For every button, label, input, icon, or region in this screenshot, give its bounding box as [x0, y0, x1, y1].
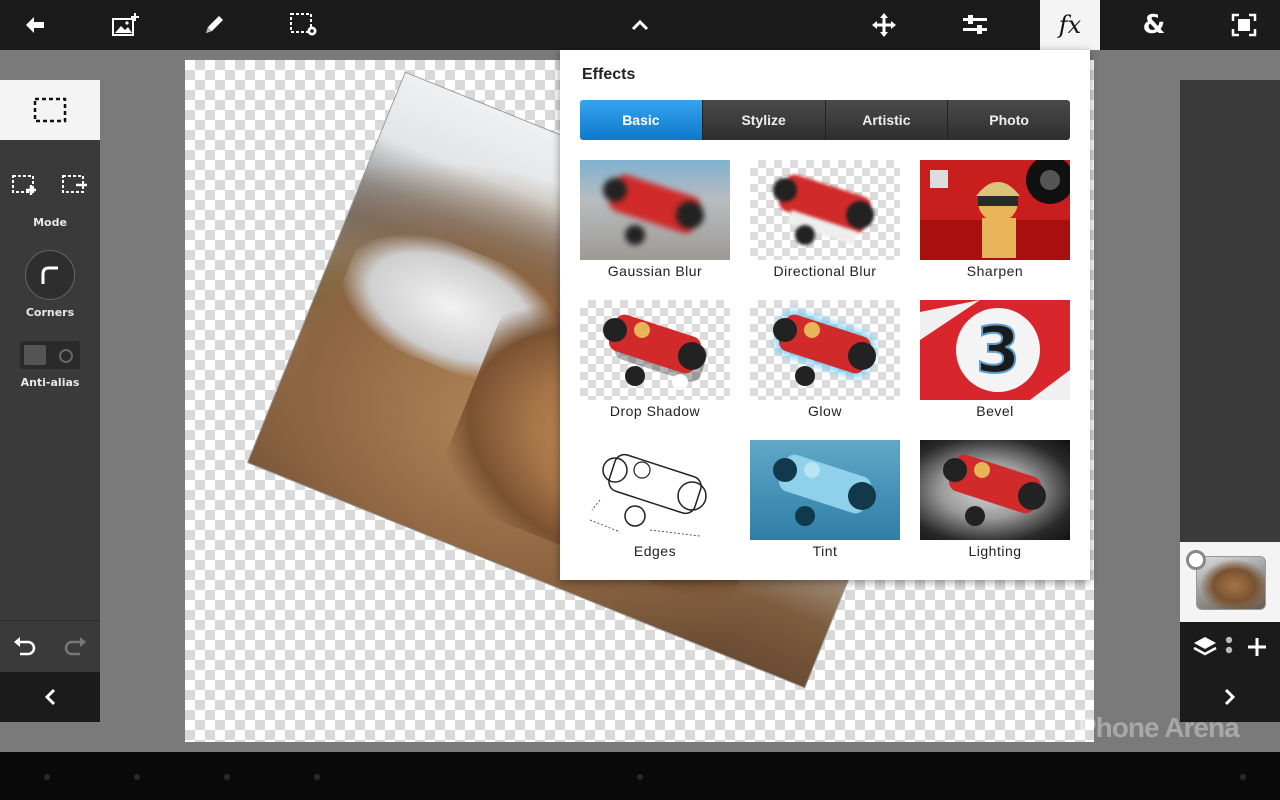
tab-artistic[interactable]: Artistic: [825, 100, 949, 140]
subtract-selection-button[interactable]: [58, 170, 92, 200]
effect-lighting[interactable]: Lighting: [920, 440, 1070, 562]
effect-edges[interactable]: Edges: [580, 440, 730, 562]
plus-icon: [1248, 638, 1266, 656]
directional-blur-thumbnail: [750, 160, 900, 260]
adjustments-button[interactable]: [945, 0, 1005, 50]
effect-label: Sharpen: [966, 263, 1024, 279]
effect-drop-shadow[interactable]: Drop Shadow: [580, 300, 730, 422]
rect-select-icon: [33, 97, 67, 123]
layer-visibility-icon[interactable]: [1186, 550, 1206, 570]
effect-label: Drop Shadow: [609, 403, 701, 419]
tint-thumbnail: [750, 440, 900, 540]
draw-button[interactable]: [184, 0, 244, 50]
lighting-thumbnail: [920, 440, 1070, 540]
effect-glow[interactable]: Glow: [750, 300, 900, 422]
effect-label: Bevel: [976, 403, 1014, 419]
add-selection-button[interactable]: [8, 170, 42, 200]
undo-icon: [14, 637, 36, 656]
redo-button[interactable]: [60, 633, 90, 661]
system-bar: [0, 752, 1280, 800]
fit-screen-icon: [1231, 13, 1257, 37]
text-button[interactable]: &: [1124, 0, 1184, 50]
fx-icon: fx: [1058, 11, 1082, 39]
system-dot-icon: [1240, 774, 1246, 780]
add-image-button[interactable]: [97, 0, 157, 50]
move-icon: [872, 13, 896, 37]
system-dot-icon: [134, 774, 140, 780]
effects-button[interactable]: fx: [1040, 0, 1100, 50]
layer-tools: [1180, 622, 1280, 672]
collapse-toolbar-button[interactable]: [610, 0, 670, 50]
corners-label: Corners: [25, 306, 75, 319]
antialias-toggle[interactable]: [20, 341, 80, 369]
selection-subtract-icon: [62, 175, 87, 193]
pencil-icon: [206, 16, 223, 33]
effects-title: Effects: [582, 66, 636, 83]
layers-button[interactable]: [1188, 632, 1222, 662]
add-image-icon: [112, 13, 139, 36]
effect-label: Gaussian Blur: [607, 263, 703, 279]
glow-thumbnail: [750, 300, 900, 400]
effects-tabs: Basic Stylize Artistic Photo: [580, 100, 1070, 140]
collapse-left-panel-button[interactable]: [0, 672, 100, 722]
toggle-ring-icon: [59, 349, 73, 363]
rect-select-tool[interactable]: [0, 80, 100, 140]
toggle-knob: [24, 345, 46, 365]
drop-shadow-thumbnail: [580, 300, 730, 400]
effect-directional-blur[interactable]: Directional Blur: [750, 160, 900, 282]
effect-label: Tint: [812, 543, 838, 559]
layers-panel: [1180, 80, 1280, 722]
system-dot-icon: [314, 774, 320, 780]
chevron-right-icon: [1224, 688, 1236, 706]
tab-photo[interactable]: Photo: [948, 100, 1070, 140]
redo-icon: [64, 637, 86, 656]
layer-thumbnail[interactable]: [1196, 556, 1266, 610]
tab-basic[interactable]: Basic: [580, 100, 703, 140]
watermark-text: Phone Arena: [1078, 712, 1240, 743]
adjustments-icon: [963, 15, 987, 34]
effect-label: Glow: [808, 403, 842, 419]
edges-thumbnail: [580, 440, 730, 540]
fit-screen-button[interactable]: [1214, 0, 1274, 50]
system-dot-icon: [637, 774, 643, 780]
effect-label: Lighting: [968, 543, 1022, 559]
bevel-thumbnail: 3: [920, 300, 1070, 400]
chevron-up-icon: [631, 19, 649, 31]
more-dots-icon: [1225, 636, 1233, 654]
effect-sharpen[interactable]: Sharpen: [920, 160, 1070, 282]
effect-label: Edges: [633, 543, 677, 559]
effect-bevel[interactable]: 3 Bevel: [920, 300, 1070, 422]
back-arrow-icon: [26, 17, 44, 33]
selection-add-icon: [12, 175, 36, 195]
svg-text:3: 3: [976, 314, 1021, 388]
move-button[interactable]: [854, 0, 914, 50]
effect-tint[interactable]: Tint: [750, 440, 900, 562]
top-toolbar: fx &: [0, 0, 1280, 50]
system-dot-icon: [44, 774, 50, 780]
chevron-left-icon: [44, 688, 56, 706]
system-dot-icon: [224, 774, 230, 780]
sharpen-thumbnail: [920, 160, 1070, 260]
layers-icon: [1193, 637, 1217, 656]
undo-button[interactable]: [10, 633, 40, 661]
layer-item[interactable]: [1180, 542, 1280, 622]
add-layer-button[interactable]: [1240, 632, 1274, 662]
back-button[interactable]: [5, 0, 65, 50]
history-controls: [0, 620, 100, 673]
layer-options-button[interactable]: [1222, 634, 1236, 660]
gaussian-blur-thumbnail: [580, 160, 730, 260]
antialias-label: Anti-alias: [20, 376, 80, 389]
effect-gaussian-blur[interactable]: Gaussian Blur: [580, 160, 730, 282]
corners-button[interactable]: [25, 250, 75, 300]
ampersand-icon: &: [1142, 10, 1166, 40]
tab-stylize[interactable]: Stylize: [702, 100, 826, 140]
selection-settings-button[interactable]: [274, 0, 334, 50]
effects-popover: Effects Basic Stylize Artistic Photo Gau…: [560, 50, 1090, 580]
selection-settings-icon: [290, 13, 317, 36]
effect-label: Directional Blur: [773, 263, 877, 279]
mode-label: Mode: [33, 216, 67, 229]
selection-tool-panel: Mode Corners Anti-alias: [0, 80, 100, 722]
rounded-corner-icon: [41, 266, 58, 284]
